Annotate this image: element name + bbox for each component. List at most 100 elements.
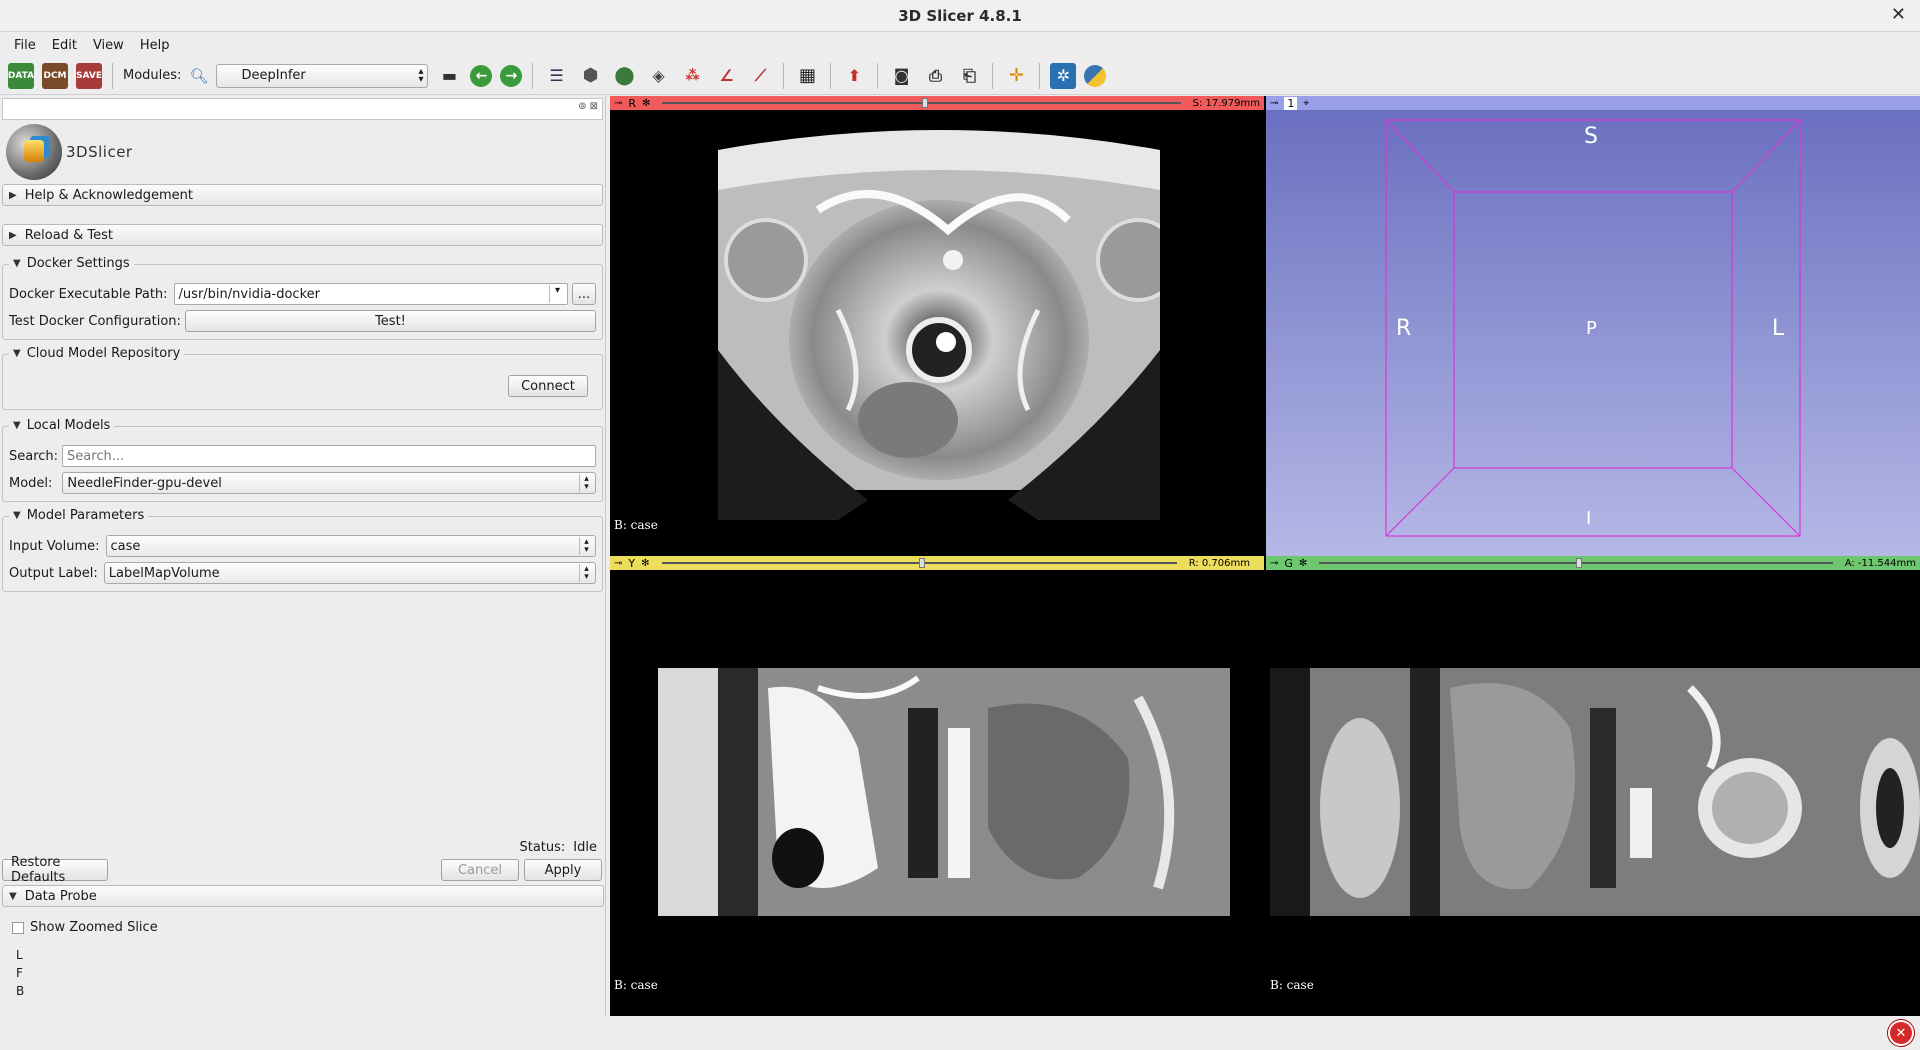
crosshair-icon[interactable]: ✛ [1003,63,1029,89]
green-slice-image[interactable] [1270,668,1920,916]
show-zoomed-slice-checkbox[interactable] [12,921,24,934]
modules-label: Modules: [123,68,182,83]
save-icon[interactable]: SAVE [76,62,102,89]
probe-layer-l: L [16,948,23,962]
docker-settings-group: ▼ Docker Settings Docker Executable Path:… [2,256,603,340]
forward-icon[interactable]: → [500,64,523,87]
panel-header-bar: ⊚ ⊠ [2,98,603,120]
collapsed-arrow-icon: ▶ [9,189,17,201]
green-slice-slider[interactable] [1319,558,1833,568]
input-volume-label: Input Volume: [9,538,100,554]
green-view-caption: B: case [1270,978,1314,992]
expanded-arrow-icon: ▼ [9,890,17,902]
dcm-icon[interactable]: DCM [42,62,68,89]
pin-icon[interactable]: ⊸ [1270,558,1278,569]
mouse-mode-icon[interactable]: ⬆ [841,63,867,89]
slider-handle[interactable] [1576,558,1582,568]
local-models-header[interactable]: ▼ Local Models [9,418,115,433]
threed-view-tag: 1 [1284,96,1298,110]
module-selector[interactable]: DeepInfer ▴ ▾ [216,63,429,88]
menu-file[interactable]: File [6,38,44,53]
red-slice-slider[interactable] [662,98,1181,108]
history-icon[interactable]: ▬ [436,63,462,89]
help-acknowledgement-section[interactable]: ▶ Help & Acknowledgement [2,184,603,206]
test-docker-button[interactable]: Test! [184,310,596,332]
input-volume-value: case [110,538,141,554]
panel-float-close-icon[interactable]: ⊚ ⊠ [578,101,598,112]
data-probe-section[interactable]: ▼ Data Probe [2,885,604,907]
browse-button[interactable]: ... [572,283,596,305]
link-icon[interactable]: ✻ [1299,558,1307,569]
menu-view[interactable]: View [85,38,132,53]
local-models-group: ▼ Local Models Search: Search... Model: N… [2,418,603,502]
toolbar-separator [1039,62,1041,89]
cancel-button[interactable]: Cancel [441,859,519,881]
toolbar-separator [532,62,534,89]
scene-view-icon[interactable]: ⎗ [956,63,982,89]
modules-search-icon[interactable]: 🔍︎ [189,67,208,85]
group-title: Cloud Model Repository [26,346,181,361]
output-label-select[interactable]: LabelMapVolume ▴ ▾ [103,562,596,584]
pin-icon[interactable]: ⊸ [1270,98,1278,109]
toolbar-separator [877,62,879,89]
restore-defaults-button[interactable]: Restore Defaults [2,855,108,885]
docker-exec-value: /usr/bin/nvidia-docker [178,286,320,302]
model-search-input[interactable]: Search... [62,445,596,467]
link-icon[interactable]: ✻ [642,98,650,109]
layout-icon[interactable]: ▦ [794,63,820,89]
threed-view[interactable]: S R P L I [1266,110,1920,556]
slider-handle[interactable] [919,558,926,568]
status-value: Idle [573,840,597,855]
docker-settings-header[interactable]: ▼ Docker Settings [9,256,134,271]
apply-button[interactable]: Apply [524,859,602,881]
expanded-arrow-icon: ▼ [13,348,21,359]
chevron-down-icon[interactable]: ▾ [549,285,565,303]
error-log-icon[interactable]: ✕ [1888,1020,1914,1046]
group-title: Model Parameters [26,508,145,523]
data-icon[interactable]: DATA [8,62,34,89]
group-title: Docker Settings [26,256,130,271]
menu-edit[interactable]: Edit [44,38,85,53]
model-value: NeedleFinder-gpu-devel [67,475,222,491]
search-placeholder: Search... [67,448,125,464]
data-module-icon[interactable]: ☰ [543,63,569,89]
screenshot-icon[interactable]: ◙ [888,63,914,89]
section-label: Reload & Test [24,227,113,243]
editor-icon[interactable]: ∠ [713,63,739,89]
transforms-icon[interactable]: ◈ [645,63,671,89]
connect-button[interactable]: Connect [508,375,588,397]
model-select[interactable]: NeedleFinder-gpu-devel ▴ ▾ [62,472,596,494]
cloud-repository-header[interactable]: ▼ Cloud Model Repository [9,346,185,361]
volumes-icon[interactable]: ⬢ [577,63,603,89]
green-slice-controller: ⊸ G ✻ A: -11.544mm [1266,556,1920,570]
model-label: Model: [9,475,53,491]
yellow-slice-image[interactable] [658,668,1230,916]
reload-test-section[interactable]: ▶ Reload & Test [2,224,603,246]
extension-icon[interactable]: ✲ [1050,62,1077,89]
scene-view-icon[interactable]: ⎙ [922,63,948,89]
markups-icon[interactable]: ⁂ [679,63,705,89]
window-title: 3D Slicer 4.8.1 [898,6,1022,25]
expanded-arrow-icon: ▼ [13,258,21,269]
back-icon[interactable]: ← [470,64,493,87]
input-volume-select[interactable]: case ▴ ▾ [105,535,596,557]
probe-layer-f: F [16,966,23,980]
menu-help[interactable]: Help [132,38,178,53]
yellow-slice-slider[interactable] [661,558,1177,568]
status-label: Status: [519,840,566,855]
slider-handle[interactable] [921,98,928,108]
model-parameters-header[interactable]: ▼ Model Parameters [9,508,149,523]
red-slice-offset: S: 17.979mm [1192,97,1260,109]
red-slice-image[interactable] [718,110,1160,520]
models-icon[interactable]: ⬤ [611,63,637,89]
pin-icon[interactable]: ⊸ [614,98,622,109]
pin-icon[interactable]: ⊸ [614,558,622,569]
link-icon[interactable]: ✻ [641,558,649,569]
segment-icon[interactable]: ⟋ [747,63,773,89]
zoomed-slice-row: Show Zoomed Slice [12,920,158,935]
show-zoomed-slice-label: Show Zoomed Slice [30,920,158,935]
docker-exec-path-combo[interactable]: /usr/bin/nvidia-docker ▾ [173,283,568,305]
center-view-icon[interactable]: ⌖ [1303,98,1309,109]
python-icon[interactable] [1084,64,1107,87]
window-close-icon[interactable]: ✕ [1891,4,1906,25]
